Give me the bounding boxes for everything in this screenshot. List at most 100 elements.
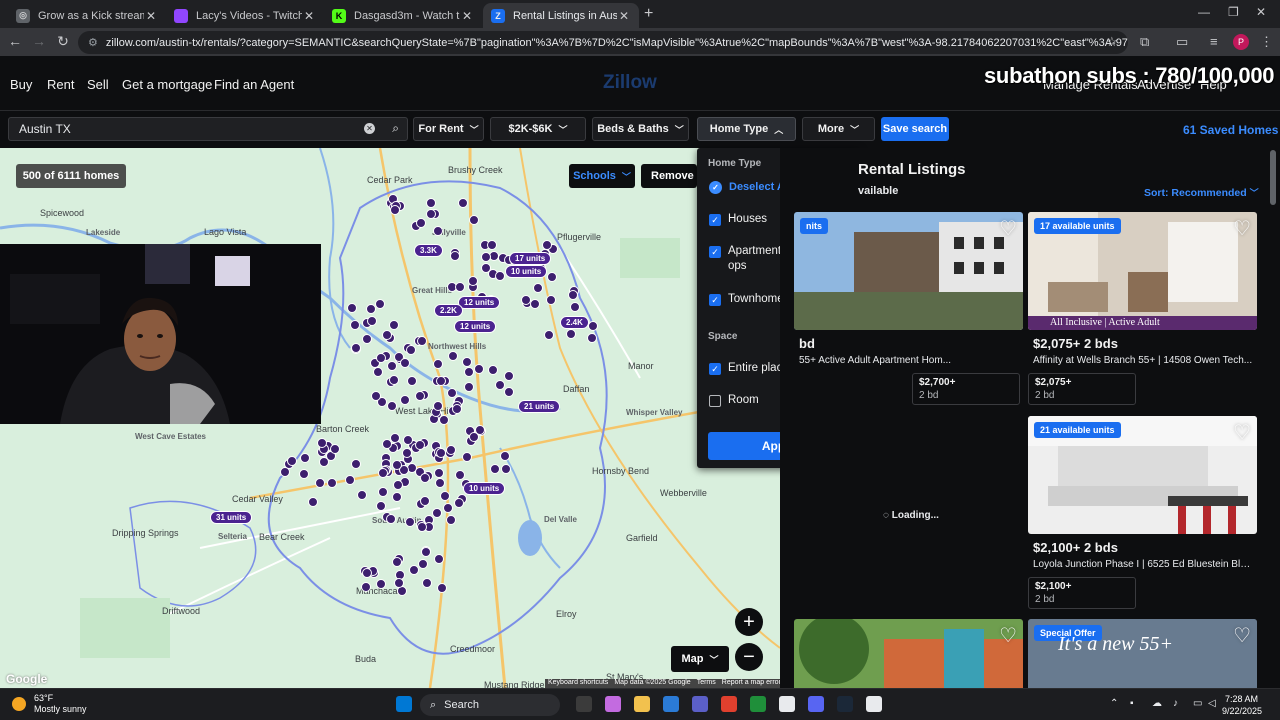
- listing-pin[interactable]: [345, 474, 356, 485]
- listing-pin[interactable]: [432, 507, 443, 518]
- listing-photo[interactable]: 17 available units ♡ All Inclusive | Act…: [1028, 212, 1257, 330]
- listing-pin[interactable]: [432, 225, 443, 236]
- heart-icon[interactable]: ♡: [999, 623, 1017, 648]
- tab-kick-streamer[interactable]: ◎ Grow as a Kick streamer ✕: [8, 3, 166, 28]
- listing-address[interactable]: Loyola Junction Phase I | 6525 Ed Bluest…: [1033, 559, 1255, 570]
- tab-zillow[interactable]: Z Rental Listings in Austin TX - 6 ✕: [483, 3, 639, 28]
- spotify-icon[interactable]: [750, 696, 766, 712]
- nav-buy[interactable]: Buy: [10, 77, 32, 92]
- remove-boundary-button[interactable]: Remove B: [641, 164, 697, 188]
- keyboard-shortcuts-link[interactable]: Keyboard shortcuts: [548, 679, 608, 688]
- heart-icon[interactable]: ♡: [1233, 420, 1251, 445]
- listing-photo[interactable]: ♡: [794, 619, 1023, 688]
- listing-pin[interactable]: [316, 438, 327, 449]
- map-type-button[interactable]: Map ﹀: [671, 646, 729, 672]
- beds-baths-filter[interactable]: Beds & Baths ﹀: [592, 117, 689, 141]
- home-type-filter[interactable]: Home Type ︿: [697, 117, 796, 141]
- discord-icon[interactable]: [808, 696, 824, 712]
- listing-pin[interactable]: [434, 477, 445, 488]
- location-search-input[interactable]: Austin TX ✕ ⌕: [8, 117, 408, 141]
- listing-cluster[interactable]: 31 units: [210, 511, 253, 524]
- cast-icon[interactable]: ▭: [1176, 34, 1188, 50]
- listing-pin[interactable]: [389, 374, 400, 385]
- listing-pin[interactable]: [474, 363, 485, 374]
- listing-cluster[interactable]: 2.2K: [434, 304, 463, 317]
- listing-photo[interactable]: Special Offer ♡ It's a new 55+: [1028, 619, 1257, 688]
- listing-pin[interactable]: [439, 490, 450, 501]
- listing-pin[interactable]: [350, 342, 361, 353]
- listing-pin[interactable]: [587, 320, 598, 331]
- clear-search-icon[interactable]: ✕: [364, 123, 375, 134]
- listing-pin[interactable]: [390, 204, 401, 215]
- back-icon[interactable]: ←: [6, 33, 24, 49]
- listing-pin[interactable]: [469, 214, 480, 225]
- listing-cluster[interactable]: 10 units: [463, 482, 506, 495]
- nav-sell[interactable]: Sell: [87, 77, 109, 92]
- listing-pin[interactable]: [570, 301, 581, 312]
- site-info-icon[interactable]: ⚙: [88, 36, 98, 49]
- bookmark-star-icon[interactable]: ☆: [1106, 34, 1118, 50]
- listing-pin[interactable]: [373, 366, 384, 377]
- onedrive-icon[interactable]: ☁: [1152, 698, 1162, 709]
- listing-pin[interactable]: [391, 492, 402, 503]
- listing-pin[interactable]: [329, 443, 340, 454]
- heart-icon[interactable]: ♡: [999, 216, 1017, 241]
- listing-cluster[interactable]: 12 units: [458, 296, 501, 309]
- new-tab-icon[interactable]: +: [644, 5, 660, 23]
- save-search-button[interactable]: Save search: [881, 117, 949, 141]
- restore-icon[interactable]: ❐: [1228, 5, 1239, 19]
- listing-pin[interactable]: [567, 290, 578, 301]
- unit-option[interactable]: $2,100+ 2 bd: [1028, 577, 1136, 609]
- report-error-link[interactable]: Report a map error: [722, 679, 781, 688]
- listing-cluster[interactable]: 21 units: [518, 400, 561, 413]
- close-window-icon[interactable]: ✕: [1256, 5, 1266, 19]
- close-tab-icon[interactable]: ✕: [617, 9, 631, 23]
- listing-pin[interactable]: [467, 275, 478, 286]
- task-view-icon[interactable]: [576, 696, 592, 712]
- listing-address[interactable]: Affinity at Wells Branch 55+ | 14508 Owe…: [1033, 355, 1255, 366]
- file-explorer-icon[interactable]: [634, 696, 650, 712]
- saved-homes-link[interactable]: 61 Saved Homes: [1183, 123, 1278, 137]
- listing-pin[interactable]: [433, 400, 444, 411]
- listing-cluster[interactable]: 12 units: [454, 320, 497, 333]
- listing-pin[interactable]: [417, 558, 428, 569]
- menu-icon[interactable]: ⋮: [1260, 34, 1273, 50]
- unit-option[interactable]: $2,075+ 2 bd: [1028, 373, 1136, 405]
- extensions-icon[interactable]: ⧉: [1140, 34, 1149, 50]
- more-filter[interactable]: More ﹀: [802, 117, 875, 141]
- listing-pin[interactable]: [464, 381, 475, 392]
- nav-find-agent[interactable]: Find an Agent: [214, 77, 294, 92]
- listing-cluster[interactable]: 3.3K: [414, 244, 443, 257]
- listing-pin[interactable]: [299, 452, 310, 463]
- chrome-icon[interactable]: [779, 696, 795, 712]
- listing-pin[interactable]: [494, 271, 505, 282]
- nav-mortgage[interactable]: Get a mortgage: [122, 77, 212, 92]
- taskbar-search[interactable]: ⌕ Search: [420, 694, 560, 716]
- windows-start-icon[interactable]: [396, 696, 412, 712]
- listing-pin[interactable]: [442, 503, 453, 514]
- tab-kick-vod[interactable]: K Dasgasd3m - Watch the VOD o ✕: [324, 3, 482, 28]
- weather-widget[interactable]: 63°F Mostly sunny: [12, 693, 87, 715]
- listing-pin[interactable]: [385, 513, 396, 524]
- zoom-in-button[interactable]: +: [735, 608, 763, 636]
- listing-pin[interactable]: [365, 304, 376, 315]
- listing-pin[interactable]: [419, 496, 430, 507]
- tray-chevron-icon[interactable]: ⌃: [1110, 698, 1118, 709]
- listing-pin[interactable]: [565, 328, 576, 339]
- listing-pin[interactable]: [464, 366, 475, 377]
- chrome-active-icon[interactable]: [866, 696, 882, 712]
- zillow-logo[interactable]: Zillow: [603, 72, 657, 94]
- steam-icon[interactable]: [837, 696, 853, 712]
- listing-pin[interactable]: [426, 208, 436, 219]
- price-filter[interactable]: $2K-$6K ﹀: [490, 117, 586, 141]
- forward-icon[interactable]: →: [30, 33, 48, 49]
- listing-pin[interactable]: [375, 501, 386, 512]
- brave-icon[interactable]: [721, 696, 737, 712]
- listing-cluster[interactable]: 2.4K: [560, 316, 589, 329]
- close-tab-icon[interactable]: ✕: [302, 9, 316, 23]
- listing-pin[interactable]: [499, 451, 510, 462]
- copilot-icon[interactable]: [605, 696, 621, 712]
- listing-type-filter[interactable]: For Rent ﹀: [413, 117, 484, 141]
- close-tab-icon[interactable]: ✕: [144, 9, 158, 23]
- listing-pin[interactable]: [542, 239, 553, 250]
